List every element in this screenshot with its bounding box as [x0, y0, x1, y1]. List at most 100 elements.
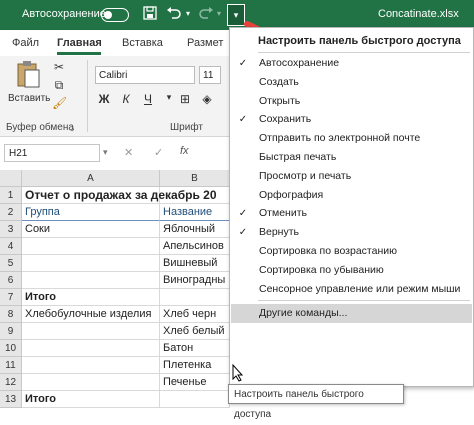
save-icon[interactable] [142, 6, 158, 22]
cell-b12[interactable]: Печенье [160, 374, 230, 391]
check-icon: ✓ [238, 227, 248, 239]
paste-button[interactable]: Вставить [8, 60, 51, 104]
menu-item-12[interactable]: Сортировка по убыванию [231, 261, 472, 280]
menu-item-6[interactable]: Быстрая печать [231, 148, 472, 167]
menu-item-10[interactable]: ✓ Вернуть [231, 223, 472, 242]
column-header-a[interactable]: A [22, 170, 160, 187]
select-all-corner[interactable] [0, 170, 22, 187]
menu-item-label: Создать [259, 75, 299, 88]
cell-a11[interactable] [22, 357, 160, 374]
row-header-11[interactable]: 11 [0, 357, 22, 374]
tooltip: Настроить панель быстрого доступа [228, 384, 404, 420]
cell-a10[interactable] [22, 340, 160, 357]
menu-item-3[interactable]: Открыть [231, 92, 472, 111]
menu-item-2[interactable]: Создать [231, 73, 472, 92]
cell-b5[interactable]: Вишневый [160, 255, 230, 272]
fill-color-icon[interactable]: ◈ [200, 92, 214, 106]
tab-insert[interactable]: Вставка [122, 37, 163, 49]
underline-button[interactable]: Ч [141, 92, 155, 106]
menu-item-label: Автосохранение [259, 57, 340, 69]
cell-a5[interactable] [22, 255, 160, 272]
more-commands-item[interactable]: Другие команды... [231, 304, 472, 324]
cell-a1[interactable]: Отчет о продажах за декабрь 20 [22, 187, 217, 204]
menu-item-7[interactable]: Просмотр и печать [231, 167, 472, 186]
row-header-9[interactable]: 9 [0, 323, 22, 340]
italic-button[interactable]: К [119, 92, 133, 106]
row-header-4[interactable]: 4 [0, 238, 22, 255]
cell-b8[interactable]: Хлеб черн [160, 306, 230, 323]
row-header-2[interactable]: 2 [0, 204, 22, 221]
row-header-5[interactable]: 5 [0, 255, 22, 272]
cell-b13[interactable] [160, 391, 230, 408]
cell-a13[interactable]: Итого [22, 391, 160, 408]
menu-item-label: Сенсорное управление или режим мыши [259, 282, 461, 295]
cell-a8[interactable]: Хлебобулочные изделия [22, 306, 160, 323]
clipboard-launcher-icon[interactable]: ⌟ [70, 122, 74, 133]
cell-a9[interactable] [22, 323, 160, 340]
ribbon-separator [87, 60, 88, 132]
menu-item-13[interactable]: Сенсорное управление или режим мыши [231, 280, 472, 299]
redo-dropdown-icon[interactable]: ▾ [214, 6, 224, 22]
borders-icon[interactable]: ⊞ [178, 92, 192, 106]
menu-item-label: Орфография [259, 188, 324, 201]
cell-b3[interactable]: Яблочный [160, 221, 230, 238]
insert-function-icon[interactable]: fx [180, 145, 189, 157]
underline-dropdown-icon[interactable]: ▾ [162, 92, 176, 103]
cell-b6[interactable]: Виноградны [160, 272, 230, 289]
row-header-12[interactable]: 12 [0, 374, 22, 391]
menu-item-9[interactable]: ✓ Отменить [231, 204, 472, 223]
cell-a6[interactable] [22, 272, 160, 289]
copy-icon[interactable]: ⧉ [52, 78, 66, 93]
menu-item-label: Вернуть [259, 226, 300, 239]
row-header-6[interactable]: 6 [0, 272, 22, 289]
toggle-knob [104, 11, 112, 19]
redo-icon[interactable] [198, 6, 214, 22]
cut-icon[interactable]: ✂ [52, 60, 66, 74]
cell-a7[interactable]: Итого [22, 289, 160, 306]
font-name-select[interactable]: Calibri [95, 66, 195, 84]
font-group-label: Шрифт [170, 122, 203, 133]
menu-item-1[interactable]: ✓ Автосохранение [231, 54, 472, 73]
column-header-b[interactable]: B [160, 170, 230, 187]
cell-a3[interactable]: Соки [22, 221, 160, 238]
row-header-7[interactable]: 7 [0, 289, 22, 306]
menu-item-5[interactable]: Отправить по электронной почте [231, 129, 472, 148]
check-icon: ✓ [238, 58, 248, 69]
menu-title: Настроить панель быстрого доступа [258, 35, 461, 47]
cell-b4[interactable]: Апельсинов [160, 238, 230, 255]
cell-a12[interactable] [22, 374, 160, 391]
cell-b7[interactable] [160, 289, 230, 306]
cell-b10[interactable]: Батон [160, 340, 230, 357]
menu-item-4[interactable]: ✓ Сохранить [231, 110, 472, 129]
name-box-dropdown-icon[interactable]: ▾ [103, 147, 108, 158]
bold-button[interactable]: Ж [97, 92, 111, 106]
tab-file[interactable]: Файл [12, 37, 39, 49]
paste-label: Вставить [8, 93, 51, 104]
file-name: Concatinate.xlsx [378, 8, 459, 20]
tab-home[interactable]: Главная [57, 37, 102, 49]
cell-a2[interactable]: Группа [22, 204, 160, 221]
row-header-3[interactable]: 3 [0, 221, 22, 238]
row-header-8[interactable]: 8 [0, 306, 22, 323]
menu-item-11[interactable]: Сортировка по возрастанию [231, 242, 472, 261]
format-painter-icon[interactable]: 🖌 [52, 96, 67, 110]
font-size-select[interactable]: 11 [199, 66, 221, 84]
menu-item-8[interactable]: Орфография [231, 186, 472, 205]
cell-b11[interactable]: Плетенка [160, 357, 230, 374]
menu-item-label: Отправить по электронной почте [259, 132, 421, 145]
row-header-13[interactable]: 13 [0, 391, 22, 408]
cancel-icon[interactable]: ✕ [124, 146, 133, 159]
cell-b2[interactable]: Название [160, 204, 230, 221]
cell-a4[interactable] [22, 238, 160, 255]
row-header-1[interactable]: 1 [0, 187, 22, 204]
undo-icon[interactable] [166, 6, 182, 22]
cell-b9[interactable]: Хлеб белый [160, 323, 230, 340]
cell-b1[interactable] [160, 187, 230, 204]
tab-page-layout[interactable]: Размет [187, 37, 223, 49]
undo-dropdown-icon[interactable]: ▾ [183, 6, 193, 22]
autosave-toggle[interactable] [101, 8, 129, 22]
row-header-10[interactable]: 10 [0, 340, 22, 357]
name-box[interactable]: H21 [4, 144, 100, 162]
enter-icon[interactable]: ✓ [154, 146, 163, 159]
customize-qat-button[interactable]: ▾ [227, 4, 245, 26]
